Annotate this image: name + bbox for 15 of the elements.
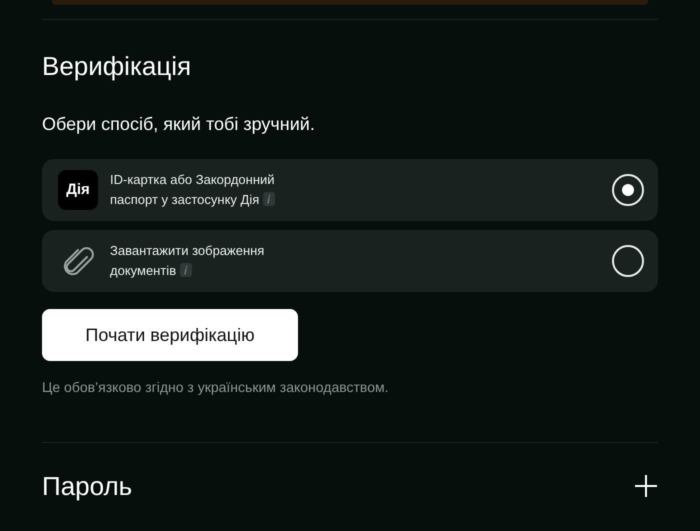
radio-button[interactable] xyxy=(612,174,644,206)
section-title: Пароль xyxy=(42,470,132,502)
verification-option[interactable]: Завантажити зображення документів xyxy=(42,230,658,292)
info-icon[interactable] xyxy=(263,192,276,206)
section-title: Верифікація xyxy=(42,50,192,82)
verification-option[interactable]: Дія ID-картка або Закордонний паспорт у застосунку Дія xyxy=(42,159,658,221)
legal-note: Це обов’язково згідно з українським законодавством. xyxy=(42,378,390,397)
plus-icon[interactable] xyxy=(634,474,658,498)
start-verification-button[interactable]: Почати верифікацію xyxy=(42,309,298,361)
info-icon[interactable] xyxy=(180,263,192,277)
option-text: ID-картка або Закордонний паспорт у застосунку Дія xyxy=(110,171,276,209)
app-logo: Дія xyxy=(58,170,98,210)
radio-button[interactable] xyxy=(612,245,644,277)
option-text: Завантажити зображення документів xyxy=(110,242,266,280)
section-subtitle: Обери спосіб, який тобі зручний. xyxy=(42,113,316,136)
